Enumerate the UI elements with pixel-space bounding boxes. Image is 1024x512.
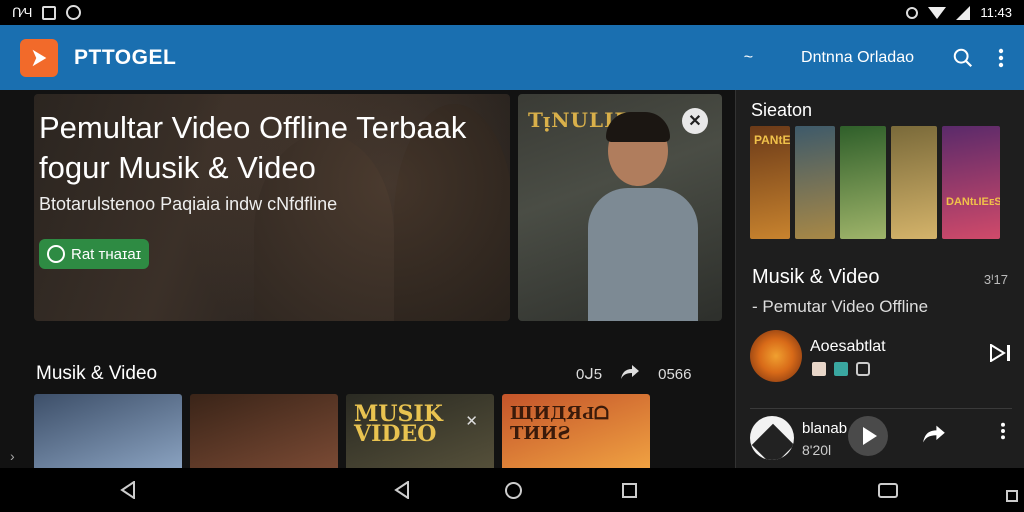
panel-subtitle: - Pemutar Video Offline xyxy=(752,297,929,316)
video-thumbnail[interactable]: ЩИДЯԀᗝ ΤИИƧ xyxy=(502,394,650,469)
mini-poster[interactable]: PANtEIE xyxy=(750,126,790,239)
artist-icon xyxy=(812,362,826,376)
app-bar: PTTOGEL ~ Dntnna Orladao xyxy=(0,25,1024,90)
alarm-icon xyxy=(906,6,919,19)
keyboard-icon[interactable] xyxy=(878,483,898,498)
sync-icon xyxy=(66,5,82,20)
download-icon xyxy=(47,245,65,263)
close-icon[interactable]: ✕ xyxy=(465,412,478,430)
player-artwork xyxy=(750,416,794,460)
video-thumbnail[interactable]: MUSIK VIDEO ✕ xyxy=(346,394,494,469)
hero-title-line1: Pemultar Video Offline Terbaak xyxy=(39,110,467,145)
play-icon xyxy=(863,427,877,445)
panel-title: Musik & Video xyxy=(752,266,880,288)
status-left-text: ᑎ⁄Ч xyxy=(12,4,33,20)
video-thumbnail-row: MUSIK VIDEO ✕ ЩИДЯԀᗝ ΤИИƧ xyxy=(34,394,650,469)
status-bar: ᑎ⁄Ч 11:43 xyxy=(0,0,1024,25)
hero-cta-label: Rat ᴛʜaɪaɪ xyxy=(71,245,142,263)
track-row[interactable]: Aoesabtlat xyxy=(750,330,1012,386)
mini-poster-label: PANtEIE xyxy=(754,133,790,147)
appbar-action-text[interactable]: Dntnna Orladao xyxy=(801,49,914,67)
chevron-icon[interactable]: › xyxy=(10,448,15,464)
share-icon[interactable] xyxy=(620,364,640,384)
home-icon[interactable] xyxy=(505,482,522,499)
mini-poster-label: DANtʟIEᴇS xyxy=(946,196,1000,208)
side-panel: Sieaton PANtEIE DANtʟIEᴇS Musik & Video … xyxy=(735,90,1024,468)
thumbnail-label: ЩИДЯԀᗝ ΤИИƧ xyxy=(510,403,609,444)
rotate-icon[interactable] xyxy=(1006,490,1018,502)
hero-subtitle: Btotarulstenoo Paqiaia indw cNfdfline xyxy=(39,194,338,214)
back-icon[interactable] xyxy=(394,481,410,499)
tag-icon xyxy=(856,362,870,376)
video-thumbnail[interactable] xyxy=(34,394,182,469)
section-count: 0ᒍ5 xyxy=(576,366,603,383)
more-vert-icon[interactable] xyxy=(998,48,1004,68)
mini-poster[interactable] xyxy=(840,126,886,239)
navigation-bar xyxy=(0,468,1024,512)
search-icon[interactable] xyxy=(952,47,974,69)
featured-poster[interactable]: TᴉNULIEA ✕ xyxy=(518,94,722,321)
track-icons xyxy=(812,362,870,376)
wifi-icon xyxy=(928,6,947,19)
section-title: Musik & Video xyxy=(36,363,158,384)
track-name: Aoesabtlat xyxy=(810,338,886,355)
play-button[interactable] xyxy=(848,416,888,456)
panel-heading: Sieaton xyxy=(751,100,813,120)
mini-poster[interactable]: DANtʟIEᴇS xyxy=(942,126,1000,239)
mini-poster[interactable] xyxy=(891,126,937,239)
mini-poster-grid: PANtEIE DANtʟIEᴇS xyxy=(750,126,1000,239)
section-count-2: 0566 xyxy=(658,365,692,383)
gallery-icon xyxy=(42,5,57,20)
status-clock: 11:43 xyxy=(980,5,1012,20)
player-time: 8'20l xyxy=(802,442,832,458)
hero-banner[interactable]: Pemultar Video Offline Terbaak fogur Mus… xyxy=(34,94,510,321)
album-icon xyxy=(834,362,848,376)
skip-next-icon[interactable] xyxy=(990,343,1012,368)
hero-title-line2: fogur Musik & Video xyxy=(39,150,316,185)
mini-poster[interactable] xyxy=(795,126,835,239)
tilde-icon[interactable]: ~ xyxy=(744,49,753,67)
back-icon[interactable] xyxy=(120,481,136,499)
poster-artist-image xyxy=(588,112,698,321)
panel-count: 3ᑊ17 xyxy=(983,272,1008,287)
divider xyxy=(750,408,1012,409)
video-thumbnail[interactable] xyxy=(190,394,338,469)
hero-title: Pemultar Video Offline Terbaak fogur Mus… xyxy=(39,108,466,188)
section-meta: 0ᒍ5 0566 xyxy=(576,364,692,384)
close-icon[interactable]: ✕ xyxy=(682,108,708,134)
share-icon[interactable] xyxy=(922,424,946,450)
track-artwork xyxy=(750,330,802,382)
player-track-name: blanab xyxy=(802,420,848,437)
more-vert-icon[interactable] xyxy=(1000,422,1006,446)
recents-icon[interactable] xyxy=(622,483,637,498)
signal-icon xyxy=(956,5,971,20)
app-logo-icon xyxy=(20,38,58,77)
hero-cta-button[interactable]: Rat ᴛʜaɪaɪ xyxy=(39,239,150,269)
app-title: PTTOGEL xyxy=(74,45,177,69)
mini-player: blanab 8'20l xyxy=(750,416,1012,468)
